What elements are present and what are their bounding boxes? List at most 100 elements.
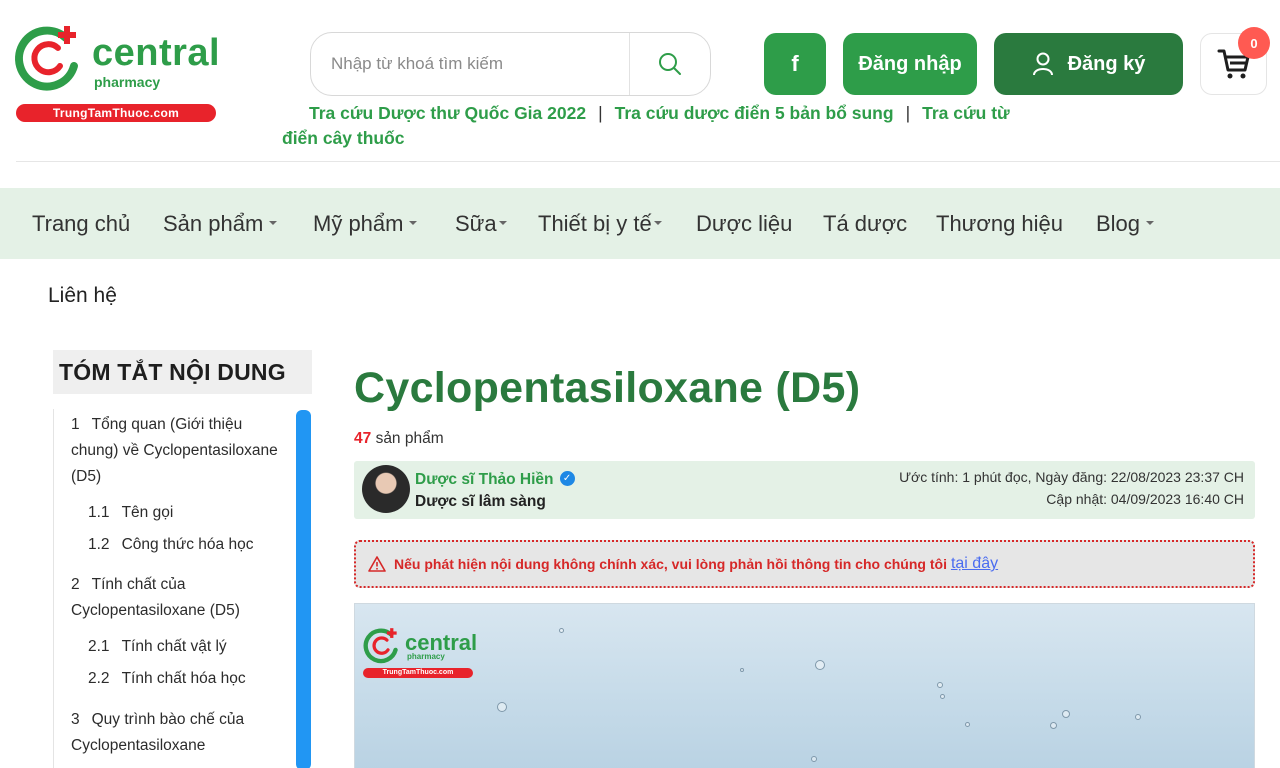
login-button[interactable]: Đăng nhập xyxy=(843,33,977,95)
site-logo[interactable]: central pharmacy TrungTamThuoc.com xyxy=(14,22,224,122)
updated-date: Cập nhật: 04/09/2023 16:40 CH xyxy=(1046,491,1244,507)
nav-item-cosmetics[interactable]: Mỹ phẩm xyxy=(313,188,418,259)
bubble xyxy=(740,668,744,672)
chevron-down-icon xyxy=(653,221,662,226)
logo-band: TrungTamThuoc.com xyxy=(16,104,216,122)
toc-number: 3 xyxy=(71,711,80,728)
verified-icon: ✓ xyxy=(559,471,575,487)
toc-number: 1 xyxy=(71,416,80,433)
product-count-number: 47 xyxy=(354,430,372,447)
toc-item[interactable]: 1.1 Tên gọi xyxy=(88,500,303,526)
toc-text: Tổng quan (Giới thiệu chung) về Cyclopen… xyxy=(71,416,278,485)
search-icon xyxy=(659,53,681,75)
header-divider xyxy=(16,161,1280,162)
quick-link-separator: | xyxy=(598,103,603,123)
nav-label: Trang chủ xyxy=(32,211,131,236)
toc-text: Tính chất vật lý xyxy=(121,638,227,655)
chevron-down-icon xyxy=(498,221,507,226)
main-nav: Trang chủ Sản phẩm Mỹ phẩm Sữa Thiết bị … xyxy=(0,188,1280,259)
feedback-link[interactable]: tại đây xyxy=(951,555,998,573)
nav-item-home[interactable]: Trang chủ xyxy=(32,188,130,259)
toc-item[interactable]: 2.2 Tính chất hóa học xyxy=(88,666,303,692)
product-count: 47 sản phẩm xyxy=(354,430,444,448)
chevron-down-icon xyxy=(269,221,278,226)
quick-link-duoc-dien[interactable]: Tra cứu dược điển 5 bản bổ sung xyxy=(615,103,894,123)
quick-link-duoc-thu[interactable]: Tra cứu Dược thư Quốc Gia 2022 xyxy=(309,103,586,123)
bubble xyxy=(1135,714,1141,720)
nav-label: Mỹ phẩm xyxy=(313,211,404,236)
nav-item-brands[interactable]: Thương hiệu xyxy=(936,188,1063,259)
hero-image: central pharmacy TrungTamThuoc.com xyxy=(354,603,1255,768)
toc-number: 2 xyxy=(71,576,80,593)
nav-item-milk[interactable]: Sữa xyxy=(455,188,507,259)
search-button[interactable] xyxy=(630,33,710,95)
nav-item-medical-devices[interactable]: Thiết bị y tế xyxy=(538,188,662,259)
facebook-icon: f xyxy=(791,51,799,76)
hero-logo: central pharmacy TrungTamThuoc.com xyxy=(363,626,483,682)
bubble xyxy=(940,694,945,699)
read-time-published: Ước tính: 1 phút đọc, Ngày đăng: 22/08/2… xyxy=(899,469,1244,485)
toc-scrollbar[interactable] xyxy=(296,410,311,768)
cart-count-badge: 0 xyxy=(1238,27,1270,59)
nav-label: Dược liệu xyxy=(696,211,793,236)
logo-mark-icon xyxy=(363,628,398,664)
toc-item[interactable]: 1 Tổng quan (Giới thiệu chung) về Cyclope… xyxy=(71,412,286,490)
nav-item-blog[interactable]: Blog xyxy=(1096,188,1155,259)
nav-item-excipients[interactable]: Tá dược xyxy=(823,188,907,259)
search-box xyxy=(310,32,711,96)
toc-text: Quy trình bào chế của Cyclopentasiloxane xyxy=(71,711,245,754)
quick-link-separator: | xyxy=(905,103,911,123)
product-count-label: sản phẩm xyxy=(375,430,444,447)
bubble xyxy=(497,702,507,712)
nav-label: Blog xyxy=(1096,211,1141,236)
nav-label: Tá dược xyxy=(823,211,908,236)
toc-number: 1.1 xyxy=(88,504,110,521)
logo-subtitle: pharmacy xyxy=(94,74,161,90)
register-label: Đăng ký xyxy=(1067,52,1146,75)
nav-item-herbs[interactable]: Dược liệu xyxy=(696,188,792,259)
author-name-text: Dược sĩ Thảo Hiền xyxy=(415,471,554,488)
nav-label: Thiết bị y tế xyxy=(538,211,652,236)
author-name[interactable]: Dược sĩ Thảo Hiền ✓ xyxy=(415,471,575,489)
toc-number: 2.1 xyxy=(88,638,110,655)
nav-label: Sữa xyxy=(455,211,497,236)
bubble xyxy=(937,682,943,688)
report-warning: Nếu phát hiện nội dung không chính xác, … xyxy=(354,540,1255,588)
nav-item-products[interactable]: Sản phẩm xyxy=(163,188,278,259)
facebook-button[interactable]: f xyxy=(764,33,826,95)
toc-item[interactable]: 2.1 Tính chất vật lý xyxy=(88,634,303,660)
bubble xyxy=(811,756,817,762)
author-box: Dược sĩ Thảo Hiền ✓ Dược sĩ lâm sàng Ước … xyxy=(354,461,1255,519)
toc-number: 1.2 xyxy=(88,536,110,553)
bubble xyxy=(559,628,564,633)
toc-text: Tên gọi xyxy=(121,504,174,521)
bubble xyxy=(965,722,970,727)
toc-number: 2.2 xyxy=(88,670,110,687)
bubble xyxy=(1062,710,1070,718)
page-title: Cyclopentasiloxane (D5) xyxy=(354,364,861,412)
toc-text: Tính chất hóa học xyxy=(121,670,246,687)
toc-item[interactable]: 2 Tính chất của Cyclopentasiloxane (D5) xyxy=(71,572,286,624)
nav-label: Thương hiệu xyxy=(936,211,1064,236)
warning-text: Nếu phát hiện nội dung không chính xác, … xyxy=(394,556,947,572)
toc-text: Công thức hóa học xyxy=(121,536,254,553)
search-input[interactable] xyxy=(331,33,621,95)
logo-wordmark: central xyxy=(92,32,221,74)
nav-label: Sản phẩm xyxy=(163,211,264,236)
chevron-down-icon xyxy=(409,221,418,226)
toc-text: Tính chất của Cyclopentasiloxane (D5) xyxy=(71,576,240,619)
toc-item[interactable]: 1.2 Công thức hóa học xyxy=(88,532,303,558)
toc-item[interactable]: 3 Quy trình bào chế của Cyclopentasiloxan… xyxy=(71,707,286,759)
warning-icon xyxy=(368,556,386,572)
author-role: Dược sĩ lâm sàng xyxy=(415,493,546,510)
nav-item-contact[interactable]: Liên hệ xyxy=(48,284,117,308)
quick-links: Tra cứu Dược thư Quốc Gia 2022 | Tra cứu d… xyxy=(282,101,1012,151)
chevron-down-icon xyxy=(1146,221,1155,226)
avatar[interactable] xyxy=(362,465,410,513)
hero-logo-band: TrungTamThuoc.com xyxy=(363,668,473,678)
hero-logo-sub: pharmacy xyxy=(407,652,445,661)
register-button[interactable]: Đăng ký xyxy=(994,33,1183,95)
bubble xyxy=(1050,722,1057,729)
toc-title: TÓM TẮT NỘI DUNG xyxy=(53,350,312,394)
user-icon xyxy=(1032,52,1053,76)
